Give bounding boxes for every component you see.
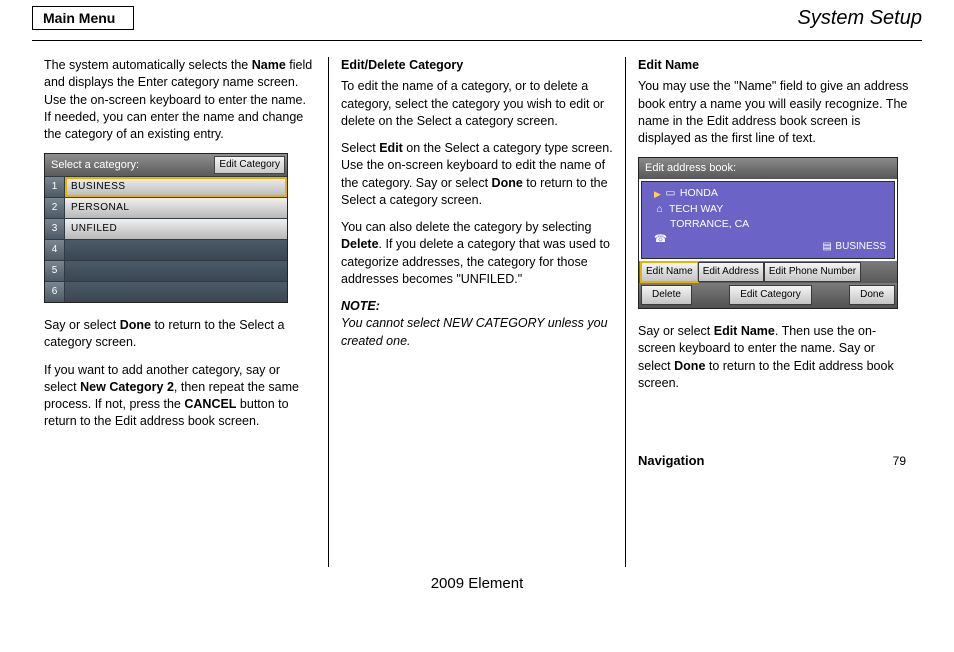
entry-addr1: TECH WAY	[669, 202, 723, 217]
category-row-label	[65, 261, 287, 281]
address-icon: ⌂	[654, 202, 665, 217]
entry-name: HONDA	[680, 186, 718, 201]
category-row[interactable]: 3UNFILED	[45, 218, 287, 239]
page-number: 79	[893, 453, 910, 470]
col2-p1: To edit the name of a category, or to de…	[341, 78, 613, 130]
play-icon: ▶	[654, 188, 661, 201]
edit-phone-number-button[interactable]: Edit Phone Number	[764, 262, 861, 282]
col1-p3: If you want to add another category, say…	[44, 362, 316, 431]
column-2: Edit/Delete Category To edit the name of…	[328, 57, 625, 567]
edit-shot-display: ▶ ▭ HONDA ⌂ TECH WAY TORRANCE, CA ☎ ▤ BUSIN…	[641, 181, 895, 259]
category-row-number: 1	[45, 177, 65, 197]
edit-name-button[interactable]: Edit Name	[641, 262, 698, 282]
entry-category: BUSINESS	[835, 241, 886, 252]
category-row-number: 3	[45, 219, 65, 239]
column-3: Edit Name You may use the "Name" field t…	[625, 57, 922, 567]
category-row[interactable]: 6	[45, 281, 287, 302]
col2-p3: You can also delete the category by sele…	[341, 219, 613, 288]
col1-p1: The system automatically selects the Nam…	[44, 57, 316, 143]
edit-category-button[interactable]: Edit Category	[214, 156, 285, 174]
section-tab: Main Menu	[32, 6, 134, 30]
section-heading: System Setup	[797, 7, 922, 30]
category-row[interactable]: 2PERSONAL	[45, 197, 287, 218]
category-row-number: 5	[45, 261, 65, 281]
category-row[interactable]: 4	[45, 239, 287, 260]
category-row-label: BUSINESS	[65, 177, 287, 197]
done-button[interactable]: Done	[849, 285, 895, 305]
entry-addr2: TORRANCE, CA	[670, 217, 749, 232]
col2-heading: Edit/Delete Category	[341, 57, 613, 74]
category-row-number: 6	[45, 282, 65, 302]
category-row-number: 4	[45, 240, 65, 260]
col3-heading: Edit Name	[638, 57, 910, 74]
category-row-number: 2	[45, 198, 65, 218]
category-row-label: PERSONAL	[65, 198, 287, 218]
category-row[interactable]: 1BUSINESS	[45, 176, 287, 197]
category-row-label: UNFILED	[65, 219, 287, 239]
col1-p2: Say or select Done to return to the Sele…	[44, 317, 316, 352]
edit-shot-title: Edit address book:	[639, 158, 897, 179]
category-icon: ▤	[822, 240, 833, 255]
footer-model: 2009 Element	[0, 567, 954, 592]
nav-label: Navigation	[638, 452, 704, 470]
edit-address-button[interactable]: Edit Address	[698, 262, 764, 282]
rule	[32, 40, 922, 41]
category-row[interactable]: 5	[45, 260, 287, 281]
select-category-screenshot: Select a category: Edit Category 1BUSINE…	[44, 153, 288, 303]
col3-p2: Say or select Edit Name. Then use the on…	[638, 323, 910, 392]
category-row-label	[65, 282, 287, 302]
column-1: The system automatically selects the Nam…	[32, 57, 328, 567]
phone-icon: ☎	[654, 232, 665, 247]
col2-p2: Select Edit on the Select a category typ…	[341, 140, 613, 209]
category-row-label	[65, 240, 287, 260]
col2-note: NOTE:You cannot select NEW CATEGORY unle…	[341, 298, 613, 350]
select-category-title: Select a category:	[51, 158, 139, 173]
edit-category-button-2[interactable]: Edit Category	[729, 285, 812, 305]
col3-p1: You may use the "Name" field to give an …	[638, 78, 910, 147]
delete-button[interactable]: Delete	[641, 285, 692, 305]
edit-address-book-screenshot: Edit address book: ▶ ▭ HONDA ⌂ TECH WAY TOR…	[638, 157, 898, 309]
name-icon: ▭	[665, 186, 676, 201]
